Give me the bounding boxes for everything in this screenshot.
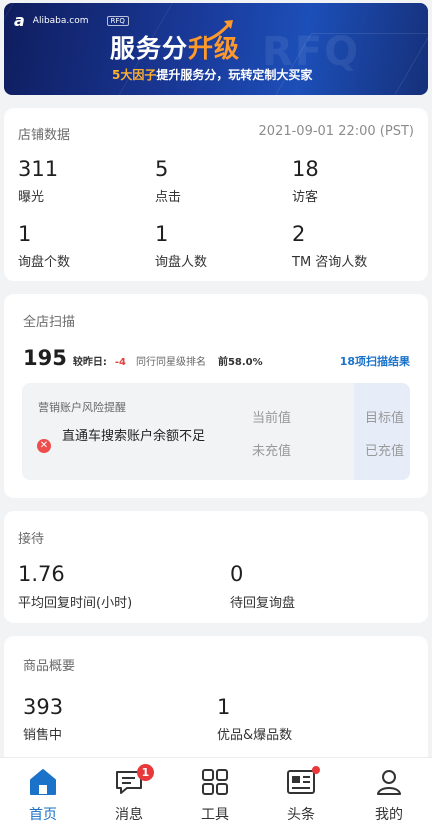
scan-score-row: 195 较昨日: -4 同行同星级排名 前58.0% [23,346,263,370]
tab-label: 消息 [115,807,143,823]
card-title: 商品概要 [23,659,76,674]
risk-item-text: 直通车搜索账户余额不足 [62,429,206,444]
stat-label-pending-inquiries: 待回复询盘 [230,596,296,611]
grid-icon [202,769,228,795]
stat-label-avg-reply-time: 平均回复时间(小时) [18,596,133,611]
tab-label: 首页 [29,807,57,823]
tab-headlines[interactable]: 头条 [258,758,344,824]
stat-label-clicks: 点击 [155,190,182,205]
risk-title: 营销账户风险提醒 [38,401,126,414]
stat-label-visitors: 访客 [292,190,319,205]
stat-value-top-products: 1 [217,695,231,719]
stat-value-clicks: 5 [155,157,169,181]
risk-target-value: 已充值 [364,444,404,459]
card-title: 店铺数据 [18,128,71,143]
stat-label-top-products: 优品&爆品数 [217,728,293,743]
product-overview-card[interactable]: 商品概要 393 销售中 1 优品&爆品数 [4,636,428,766]
tab-profile[interactable]: 我的 [346,758,432,824]
stat-value-on-sale: 393 [23,695,64,719]
promo-banner[interactable]: RFQ a Alibaba.com RFQ 服务分升级 5大因子提升服务分，玩转… [4,3,428,95]
rfq-tag: RFQ [106,15,129,26]
notification-dot [312,766,320,774]
home-icon [30,769,56,795]
column-header-target: 目标值 [364,411,404,426]
user-icon [377,770,401,795]
target-column-highlight [354,383,410,480]
stat-label-inquirers: 询盘人数 [155,255,208,270]
tab-label: 头条 [287,807,315,823]
stat-value-impressions: 311 [18,157,59,181]
headline-accent: 升级 [188,34,241,63]
risk-current-value: 未充值 [252,444,292,459]
stat-label-inquiries: 询盘个数 [18,255,71,270]
unread-badge: 1 [137,764,154,781]
alibaba-logo-text: Alibaba.com [32,15,89,26]
stat-label-on-sale: 销售中 [23,728,63,743]
stat-value-pending-inquiries: 0 [230,562,244,586]
banner-headline: 服务分升级 [110,29,240,65]
subtitle-text: 提升服务分，玩转定制大买家 [156,68,313,82]
marketing-risk-alert[interactable]: 营销账户风险提醒 当前值 目标值 ✕ 直通车搜索账户余额不足 未充值 已充值 [22,383,410,480]
store-scan-card[interactable]: 全店扫描 195 较昨日: -4 同行同星级排名 前58.0% 18项扫描结果 … [4,294,428,498]
scan-score: 195 [23,346,67,370]
column-header-current: 当前值 [252,411,292,426]
alibaba-logo: a Alibaba.com RFQ [14,11,129,30]
stat-value-tm-consults: 2 [292,222,306,246]
scan-results-link[interactable]: 18项扫描结果 [340,353,410,369]
stat-value-inquiries: 1 [18,222,32,246]
reception-card[interactable]: 接待 1.76 平均回复时间(小时) 0 待回复询盘 [4,511,428,623]
headline-main: 服务分 [110,34,189,63]
stat-label-impressions: 曝光 [18,190,45,205]
tab-label: 我的 [375,807,403,823]
rank-value: 前58.0% [217,357,263,368]
score-delta: -4 [114,357,126,368]
subtitle-accent: 5大因子 [112,68,157,82]
compare-label: 较昨日: [72,357,107,368]
tab-messages[interactable]: 1 消息 [86,758,172,824]
banner-subtitle: 5大因子提升服务分，玩转定制大买家 [112,66,312,83]
store-data-card[interactable]: 店铺数据 2021-09-01 22:00 (PST) 311 曝光 5 点击 … [4,108,428,281]
stat-value-inquirers: 1 [155,222,169,246]
stat-value-avg-reply-time: 1.76 [18,562,65,586]
error-x-icon: ✕ [37,439,51,453]
alibaba-logo-mark: a [14,11,25,30]
bottom-tab-bar: 首页 1 消息 工具 头条 我的 [0,757,432,824]
tab-home[interactable]: 首页 [0,758,86,824]
card-title: 全店扫描 [23,315,76,330]
data-timestamp: 2021-09-01 22:00 (PST) [258,124,414,139]
tab-tools[interactable]: 工具 [172,758,258,824]
card-title: 接待 [18,532,45,547]
stat-value-visitors: 18 [292,157,319,181]
tab-label: 工具 [201,807,229,823]
stat-label-tm-consults: TM 咨询人数 [292,255,368,270]
rank-label: 同行同星级排名 [135,357,206,368]
